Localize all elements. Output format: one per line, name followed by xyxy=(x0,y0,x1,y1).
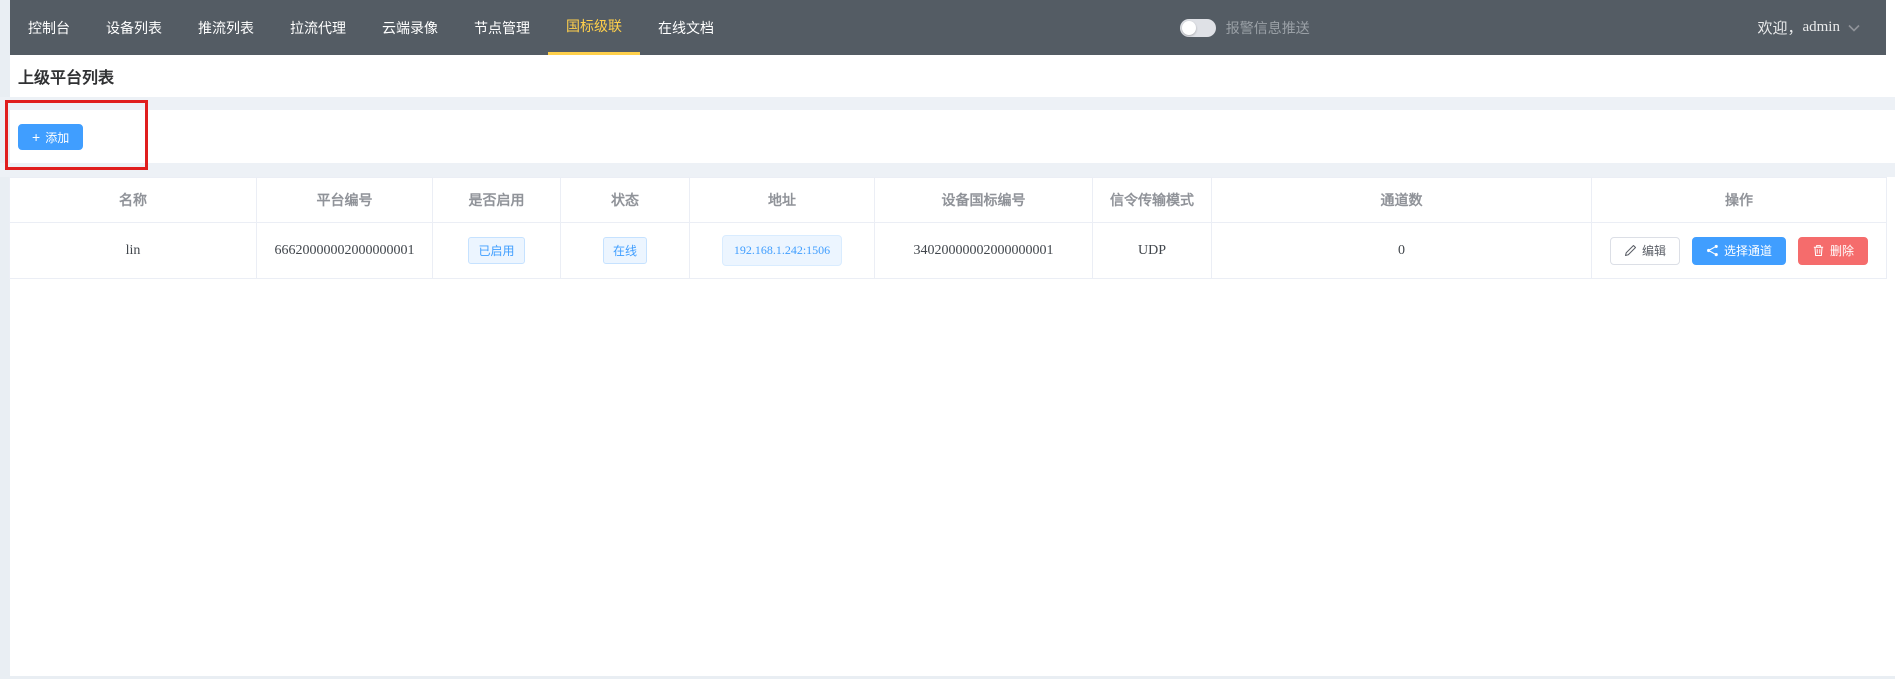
section-divider-band xyxy=(0,163,1895,177)
address-chip: 192.168.1.242:1506 xyxy=(722,235,842,266)
col-header-actions: 操作 xyxy=(1592,178,1887,223)
user-menu[interactable]: 欢迎，admin xyxy=(1757,0,1860,55)
cell-transport: UDP xyxy=(1093,223,1212,279)
col-header-platform-id: 平台编号 xyxy=(257,178,433,223)
table-header-row: 名称 平台编号 是否启用 状态 地址 设备国标编号 信令传输模式 通道数 操作 xyxy=(10,178,1887,223)
col-header-status: 状态 xyxy=(561,178,690,223)
chevron-down-icon xyxy=(1848,24,1860,32)
status-badge: 在线 xyxy=(603,237,647,264)
nav-item-gb-cascade[interactable]: 国标级联 xyxy=(548,0,640,55)
page-header: 上级平台列表 xyxy=(10,55,1886,97)
col-header-channel-count: 通道数 xyxy=(1212,178,1592,223)
col-header-transport: 信令传输模式 xyxy=(1093,178,1212,223)
add-button[interactable]: + 添加 xyxy=(18,124,83,150)
cell-platform-id: 66620000002000000001 xyxy=(257,223,433,279)
cell-name: lin xyxy=(10,223,257,279)
edit-button[interactable]: 编辑 xyxy=(1610,237,1680,265)
section-divider-band xyxy=(0,97,1895,110)
top-navbar: 控制台 设备列表 推流列表 拉流代理 云端录像 节点管理 国标级联 在线文档 报… xyxy=(10,0,1886,55)
plus-icon: + xyxy=(32,130,40,144)
cell-address: 192.168.1.242:1506 xyxy=(690,223,875,279)
username: admin xyxy=(1802,19,1840,36)
col-header-enabled: 是否启用 xyxy=(433,178,561,223)
alarm-push-toggle-group: 报警信息推送 xyxy=(1180,0,1310,55)
nav-item-online-docs[interactable]: 在线文档 xyxy=(640,0,732,55)
cell-device-gb-id: 34020000002000000001 xyxy=(875,223,1093,279)
enabled-badge: 已启用 xyxy=(468,237,524,264)
trash-icon xyxy=(1812,244,1825,257)
col-header-device-gb-id: 设备国标编号 xyxy=(875,178,1093,223)
add-button-label: 添加 xyxy=(45,129,69,146)
select-channel-button[interactable]: 选择通道 xyxy=(1692,237,1786,265)
share-icon xyxy=(1706,244,1719,257)
edit-button-label: 编辑 xyxy=(1642,242,1666,259)
nav-item-pull-proxy[interactable]: 拉流代理 xyxy=(272,0,364,55)
cell-status: 在线 xyxy=(561,223,690,279)
nav-item-cloud-record[interactable]: 云端录像 xyxy=(364,0,456,55)
nav-item-node-manage[interactable]: 节点管理 xyxy=(456,0,548,55)
delete-button[interactable]: 删除 xyxy=(1798,237,1868,265)
table-row: lin 66620000002000000001 已启用 在线 192.168.… xyxy=(10,223,1887,279)
nav-item-push-list[interactable]: 推流列表 xyxy=(180,0,272,55)
select-channel-button-label: 选择通道 xyxy=(1724,242,1772,259)
cell-enabled: 已启用 xyxy=(433,223,561,279)
alarm-push-toggle[interactable] xyxy=(1180,19,1216,37)
toggle-knob xyxy=(1182,21,1196,35)
page-title: 上级平台列表 xyxy=(18,64,114,88)
edit-pencil-icon xyxy=(1624,244,1637,257)
nav-item-console[interactable]: 控制台 xyxy=(10,0,88,55)
cell-actions: 编辑 选择通道 xyxy=(1592,223,1887,279)
cell-channel-count: 0 xyxy=(1212,223,1592,279)
platform-table: 名称 平台编号 是否启用 状态 地址 设备国标编号 信令传输模式 通道数 操作 … xyxy=(9,177,1886,279)
alarm-push-label: 报警信息推送 xyxy=(1226,18,1310,38)
welcome-text: 欢迎， xyxy=(1757,17,1802,38)
col-header-name: 名称 xyxy=(10,178,257,223)
delete-button-label: 删除 xyxy=(1830,242,1854,259)
nav-item-device-list[interactable]: 设备列表 xyxy=(88,0,180,55)
col-header-address: 地址 xyxy=(690,178,875,223)
